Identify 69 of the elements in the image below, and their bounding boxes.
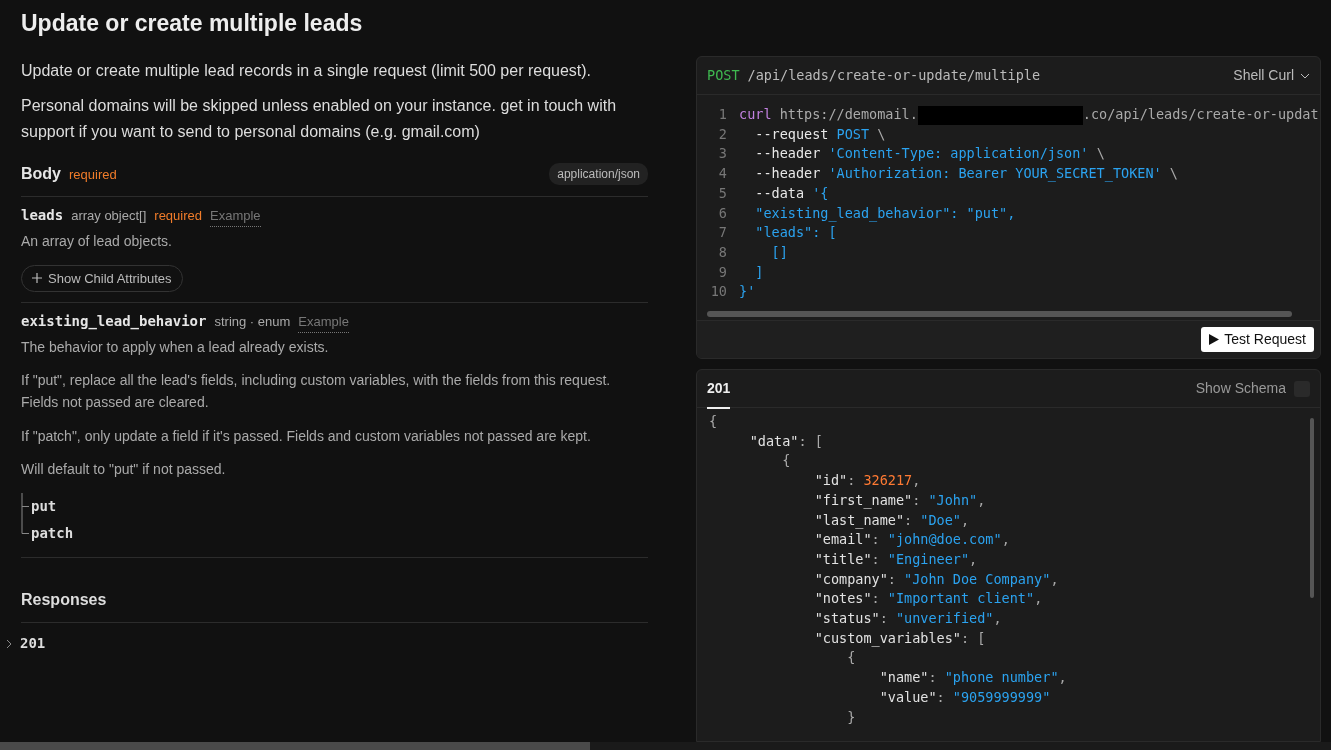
code-line: { (709, 412, 719, 432)
code-line: "email": "john@doe.com", (813, 530, 1011, 550)
code-line: "data": [ (748, 431, 824, 451)
show-schema-label: Show Schema (1195, 379, 1286, 399)
code-line: curl https://demomail. .co/api/leads/create-or-updat (739, 105, 1320, 125)
required-label: required (69, 165, 117, 184)
line-number: 3 (717, 144, 727, 164)
code-line: "title": "Engineer", (813, 549, 979, 569)
code-line: "status": "unverified", (813, 609, 1003, 629)
plus-icon (32, 273, 42, 284)
code-line: { (846, 648, 857, 668)
code-line: { (781, 451, 792, 471)
response-code[interactable]: 201 (20, 633, 46, 654)
http-method: POST (707, 66, 740, 86)
param-type: string · enum (214, 313, 291, 332)
code-line: "custom_variables": [ (813, 628, 987, 649)
enum-value: put (30, 497, 57, 516)
chevron-down-icon (1300, 72, 1310, 79)
intro-paragraph: Update or create multiple lead records in a single request (limit 500 per request). (21, 60, 593, 81)
param-description: The behavior to apply when a lead already exists. (21, 337, 330, 357)
code-line: } (846, 707, 857, 727)
code-line: "notes": "Important client", (813, 589, 1044, 609)
code-line: --header 'Content-Type: application/json' \ (754, 144, 1106, 164)
param-name: leads (21, 206, 64, 226)
line-number: 10 (709, 282, 727, 302)
code-line: "first_name": "John", (813, 490, 987, 511)
code-line: "leads": [ (754, 223, 838, 243)
code-line: --data '{ (754, 183, 830, 203)
line-number: 8 (717, 242, 727, 262)
page-title: Update or create multiple leads (21, 10, 364, 38)
test-request-button[interactable]: Test Request (1201, 327, 1314, 353)
code-line: "value": "9059999999" (878, 687, 1052, 707)
endpoint-path: /api/leads/create-or-update/multiple (747, 66, 1041, 86)
line-number: 5 (717, 183, 727, 203)
param-type: array object[] (71, 207, 147, 226)
enum-value: patch (30, 524, 74, 543)
param-description: If "patch", only update a field if it's passed. Fields and custom variables not passed are kept. (21, 426, 592, 446)
responses-heading: Responses (21, 558, 648, 623)
code-line: "company": "John Doe Company", (813, 569, 1060, 589)
required-label: required (154, 207, 202, 226)
line-number: 9 (717, 262, 727, 282)
play-icon (1209, 334, 1220, 346)
intro-paragraph: Personal domains will be skipped unless enabled on your instance. get in touch with support if you want to send to personal domains (e.g. gmail.com) (21, 96, 618, 142)
code-line: }' (739, 282, 757, 302)
body-heading: Body (21, 164, 61, 185)
code-line: ] (754, 262, 765, 282)
chevron-icon[interactable] (4, 638, 14, 649)
param-description: If "put", replace all the lead's fields, including custom variables, with the fields from this request. Fields not passed are cleared. (21, 371, 612, 412)
line-number: 1 (717, 105, 727, 124)
param-description: Will default to "put" if not passed. (21, 460, 227, 480)
code-line: "existing_lead_behavior": "put", (754, 203, 1017, 224)
param-name: existing_lead_behavior (21, 312, 207, 332)
language-dropdown[interactable]: Shell Curl (1233, 65, 1310, 86)
code-line: "last_name": "Doe", (813, 510, 971, 531)
content-type-badge: application/json (549, 163, 648, 186)
response-tab[interactable]: 201 (707, 370, 731, 409)
code-line: --request POST \ (754, 124, 887, 144)
line-number: 2 (717, 124, 727, 144)
example-link[interactable]: Example (210, 206, 261, 227)
example-link[interactable]: Example (298, 312, 349, 333)
code-line: --header 'Authorization: Bearer YOUR_SECRET_TOKEN' \ (754, 164, 1179, 184)
line-number: 6 (717, 203, 727, 223)
code-line: "name": "phone number", (878, 668, 1068, 688)
line-number: 7 (717, 223, 727, 243)
code-line: [] (770, 242, 789, 262)
param-description: An array of lead objects. (21, 231, 173, 251)
line-number: 4 (717, 164, 727, 184)
page-scrollbar[interactable] (0, 742, 1331, 750)
code-line: "id": 326217, (813, 471, 922, 491)
